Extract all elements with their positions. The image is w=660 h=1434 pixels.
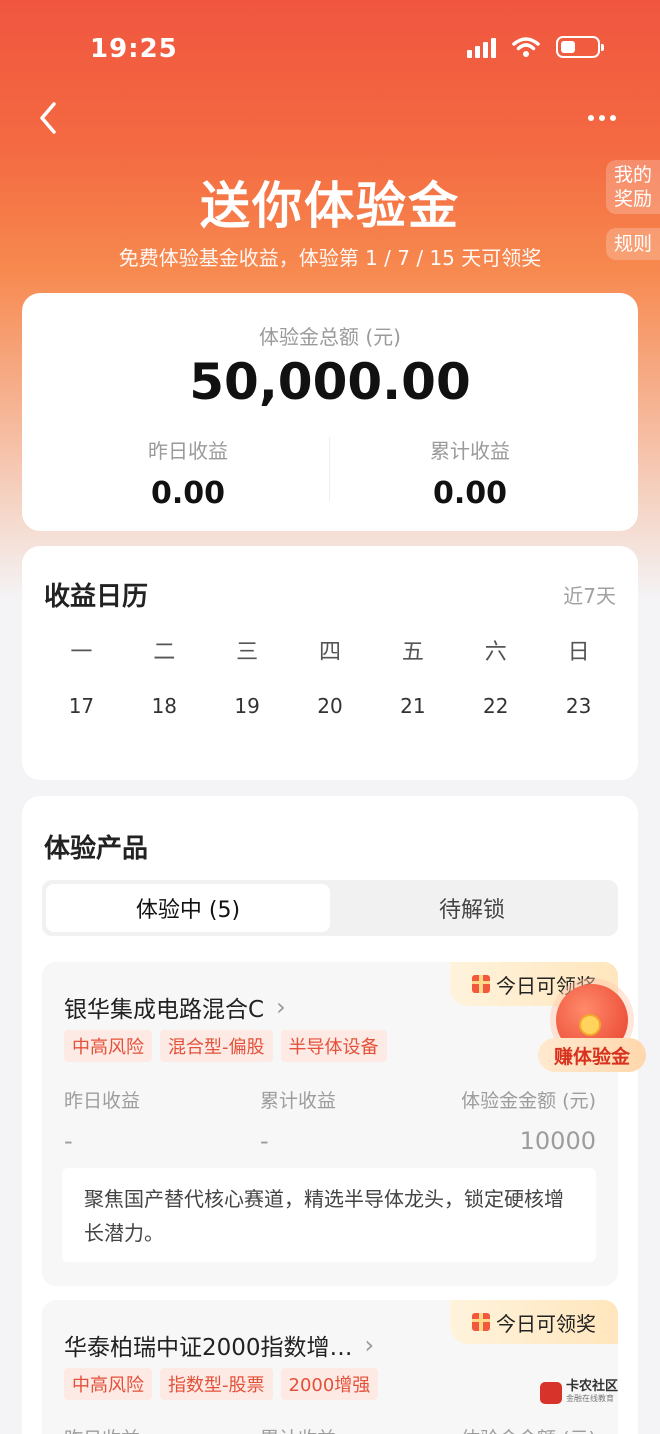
cumulative-label: 累计收益 (430, 439, 510, 463)
metric-label: 累计收益 (260, 1424, 336, 1434)
type-tag: 指数型-股票 (160, 1368, 273, 1400)
calendar-range[interactable]: 近7天 (563, 580, 616, 609)
fund-tags: 中高风险 混合型-偏股 半导体设备 (64, 1030, 387, 1062)
watermark: 卡农社区 金融在线教育 (540, 1378, 640, 1408)
calendar-date[interactable]: 21 (371, 694, 454, 718)
metric-value: - (64, 1127, 73, 1155)
chevron-left-icon (40, 102, 56, 134)
chevron-right-icon: › (364, 1331, 375, 1359)
weekday-label: 一 (70, 640, 93, 665)
watermark-main: 卡农社区 (566, 1379, 619, 1394)
fund-name[interactable]: 银华集成电路混合C › (64, 990, 286, 1024)
watermark-text: 卡农社区 金融在线教育 (566, 1379, 619, 1405)
total-amount: 50,000.00 (189, 353, 471, 411)
battery-icon (556, 36, 604, 58)
metric-amount: 体验金金额 (元) (461, 1424, 596, 1434)
cumulative-value: 0.00 (432, 476, 508, 511)
wifi-icon (512, 37, 540, 57)
gift-icon (472, 1313, 490, 1331)
metric-label: 昨日收益 (64, 1424, 140, 1434)
earn-bonus-widget[interactable]: 赚体验金 (538, 984, 646, 1076)
claim-badge-label: 今日可领奖 (496, 1311, 596, 1336)
watermark-logo-icon (540, 1382, 562, 1404)
rules-tab[interactable]: 规则 (606, 228, 660, 260)
earn-bonus-label: 赚体验金 (538, 1038, 646, 1072)
risk-tag: 中高风险 (64, 1030, 152, 1062)
weekday-label: 三 (236, 640, 259, 665)
fund-name[interactable]: 华泰柏瑞中证2000指数增… › (64, 1328, 374, 1362)
metric-yesterday: 昨日收益 (64, 1424, 140, 1434)
gift-icon (472, 975, 490, 993)
status-bar: 19:25 (0, 0, 660, 100)
my-rewards-tab[interactable]: 我的奖励 (606, 160, 660, 214)
risk-tag: 中高风险 (64, 1368, 152, 1400)
metric-label: 累计收益 (260, 1090, 337, 1112)
fund-name-text: 银华集成电路混合C (64, 997, 265, 1023)
weekday-label: 六 (484, 640, 507, 665)
yesterday-earnings: 昨日收益 0.00 (34, 435, 342, 511)
weekday-label: 五 (401, 640, 424, 665)
calendar-date[interactable]: 18 (123, 694, 206, 718)
type-tag: 混合型-偏股 (160, 1030, 273, 1062)
status-icons (467, 36, 604, 58)
fund-description: 聚焦国产替代核心赛道，精选半导体龙头，锁定硬核增长潜力。 (62, 1168, 596, 1262)
fund-tags: 中高风险 指数型-股票 2000增强 (64, 1368, 379, 1400)
metric-cumulative: 累计收益 (260, 1424, 336, 1434)
product-card[interactable]: 今日可领奖 华泰柏瑞中证2000指数增… › 中高风险 指数型-股票 2000增… (42, 1300, 618, 1434)
metric-value: 10000 (519, 1127, 596, 1155)
calendar-date[interactable]: 20 (289, 694, 372, 718)
metric-yesterday: 昨日收益 - (64, 1086, 140, 1155)
page-title: 送你体验金 (200, 177, 460, 235)
metric-amount: 体验金金额 (元) 10000 (461, 1086, 596, 1155)
weekday-label: 四 (319, 640, 342, 665)
weekday-label: 二 (153, 640, 176, 665)
calendar-date[interactable]: 22 (454, 694, 537, 718)
claim-badge[interactable]: 今日可领奖 (450, 1300, 618, 1344)
weekday-row: 一 二 三 四 五 六 日 (40, 634, 620, 666)
total-label: 体验金总额 (元) (259, 325, 401, 349)
more-icon (588, 115, 594, 121)
watermark-sub: 金融在线教育 (566, 1394, 614, 1403)
signal-icon (467, 36, 496, 58)
summary-card: 体验金总额 (元) 50,000.00 昨日收益 0.00 累计收益 0.00 (22, 293, 638, 531)
earnings-calendar: 收益日历 近7天 一 二 三 四 五 六 日 17 18 19 20 21 22… (22, 546, 638, 780)
tab-in-progress[interactable]: 体验中 (5) (46, 884, 330, 932)
sector-tag: 半导体设备 (280, 1030, 387, 1062)
coin-icon (579, 1014, 601, 1036)
more-button[interactable] (582, 104, 622, 132)
chevron-right-icon: › (276, 993, 286, 1021)
page-subtitle: 免费体验基金收益，体验第 1 / 7 / 15 天可领奖 (118, 246, 542, 270)
product-card[interactable]: 今日可领奖 银华集成电路混合C › 中高风险 混合型-偏股 半导体设备 昨日收益… (42, 962, 618, 1286)
metric-label: 体验金金额 (元) (461, 1424, 596, 1434)
products-title: 体验产品 (44, 834, 149, 864)
weekday-label: 日 (567, 640, 590, 665)
tab-locked[interactable]: 待解锁 (330, 884, 614, 932)
calendar-date[interactable]: 23 (537, 694, 620, 718)
status-time: 19:25 (90, 34, 178, 64)
cumulative-earnings: 累计收益 0.00 (316, 435, 624, 511)
metric-label: 昨日收益 (64, 1090, 141, 1112)
product-tabs: 体验中 (5) 待解锁 (42, 880, 618, 936)
products-section: 体验产品 体验中 (5) 待解锁 今日可领奖 银华集成电路混合C › 中高风险 … (22, 796, 638, 1434)
metric-label: 体验金金额 (元) (461, 1090, 596, 1112)
date-row: 17 18 19 20 21 22 23 (40, 694, 620, 718)
metric-cumulative: 累计收益 - (260, 1086, 336, 1155)
calendar-date[interactable]: 19 (206, 694, 289, 718)
yesterday-label: 昨日收益 (148, 439, 228, 463)
fund-name-text: 华泰柏瑞中证2000指数增… (64, 1335, 353, 1361)
calendar-date[interactable]: 17 (40, 694, 123, 718)
sector-tag: 2000增强 (280, 1368, 379, 1400)
back-button[interactable] (30, 96, 70, 140)
metric-value: - (260, 1127, 269, 1155)
yesterday-value: 0.00 (150, 476, 226, 511)
calendar-title: 收益日历 (44, 582, 149, 612)
